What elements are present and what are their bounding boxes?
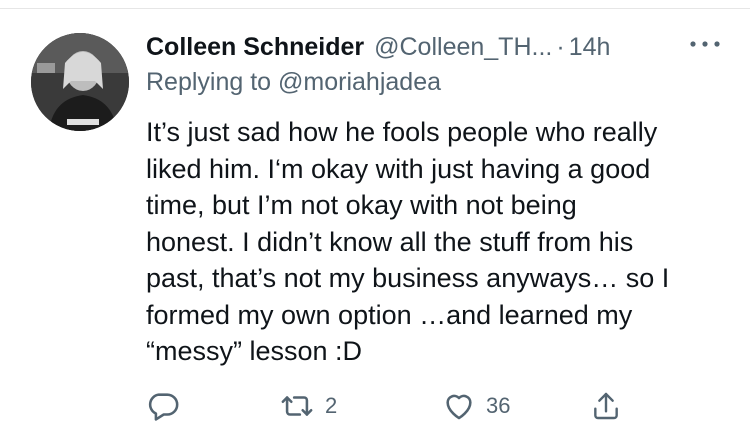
- reply-button[interactable]: [146, 386, 180, 426]
- replying-to-label: Replying to: [146, 68, 272, 96]
- tweet-text-line: It’s just sad how he fools people who re…: [146, 117, 658, 147]
- retweet-icon: [281, 396, 313, 416]
- reply-icon: [148, 393, 179, 421]
- tweet-text-line: “messy” lesson :D: [146, 336, 363, 366]
- action-bar: 2 36: [146, 386, 626, 426]
- like-button[interactable]: 36: [442, 386, 510, 426]
- replying-to-handle[interactable]: @moriahjadea: [278, 68, 441, 96]
- heart-icon: [446, 394, 472, 420]
- tweet-text: It’s just sad how he fools people who re…: [146, 114, 726, 370]
- like-count: 36: [486, 393, 511, 418]
- retweet-count: 2: [325, 393, 338, 418]
- tweet-text-line: honest. I didn’t know all the stuff from…: [146, 226, 634, 257]
- tweet-text-line: formed my own option …and learned my: [146, 299, 633, 330]
- share-icon: [594, 392, 618, 420]
- tweet-header: Colleen Schneider @Colleen_TH... · 14h: [146, 30, 610, 64]
- author-name[interactable]: Colleen Schneider: [146, 33, 364, 62]
- tweet-text-line: liked him. I‘m okay with just having a g…: [146, 153, 651, 184]
- retweet-button[interactable]: 2: [279, 386, 337, 426]
- top-divider: [0, 8, 750, 9]
- replying-to: Replying to @moriahjadea: [146, 68, 441, 97]
- tweet-text-line: past, that’s not my business anyways… so…: [146, 263, 670, 293]
- timestamp[interactable]: 14h: [569, 33, 611, 62]
- more-horizontal-icon[interactable]: [688, 36, 722, 52]
- tweet-text-line: time, but I’m not okay with not being: [146, 190, 577, 220]
- separator-dot: ·: [556, 32, 565, 61]
- avatar[interactable]: [31, 33, 129, 131]
- author-handle[interactable]: @Colleen_TH...: [374, 33, 552, 62]
- share-button[interactable]: [590, 386, 622, 426]
